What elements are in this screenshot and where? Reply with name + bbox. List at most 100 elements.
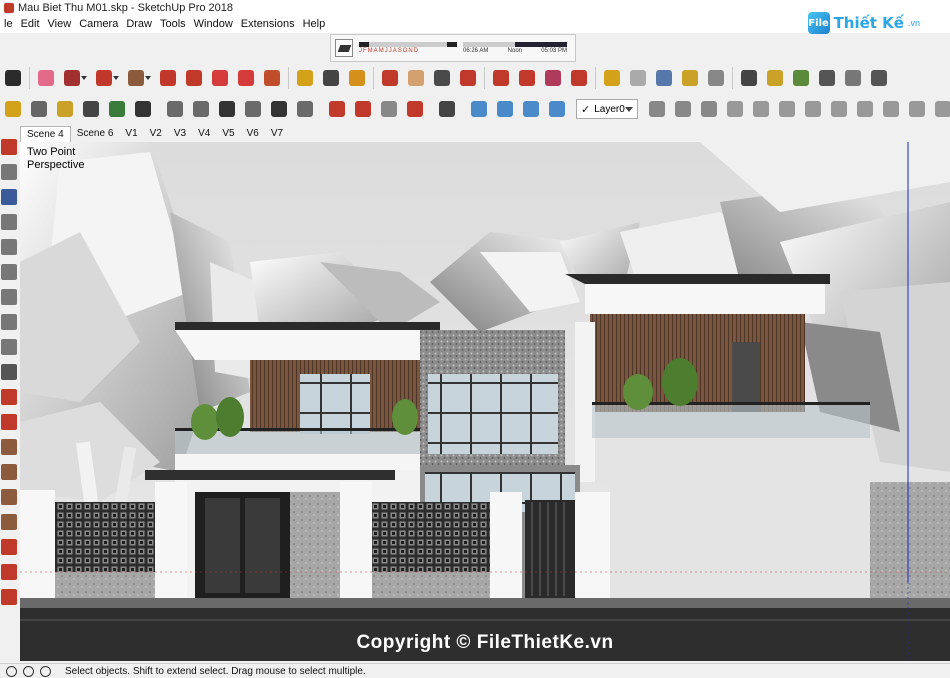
display-section-button[interactable] [350,96,376,122]
section-cuts-button[interactable] [376,96,402,122]
tape-button[interactable] [0,96,26,122]
chevron-down-icon[interactable] [113,76,119,80]
arc-tool-icon[interactable] [1,539,17,555]
layer-dropdown[interactable]: ✓ Layer0 [576,99,638,119]
tree-button[interactable] [788,65,814,91]
zoom-extents-button[interactable] [455,65,481,91]
chevron-down-icon[interactable] [81,76,87,80]
model-viewport[interactable]: Two Point Perspective Copyright © FileTh… [20,142,950,661]
gear-button[interactable] [840,65,866,91]
geo-location-icon[interactable] [6,665,17,677]
scene-tab[interactable]: Scene 4 [20,126,71,142]
polygon-icon[interactable] [1,514,17,530]
wireframe-button[interactable] [518,96,544,122]
section-plane-button[interactable] [324,96,350,122]
copy-icon[interactable] [1,239,17,255]
section-fill-button[interactable] [402,96,428,122]
save-icon[interactable] [1,189,17,205]
top-view-button[interactable] [188,96,214,122]
ruby-button[interactable] [566,65,592,91]
delete-icon[interactable] [1,289,17,305]
text-label-button[interactable] [318,65,344,91]
offset-button[interactable] [181,65,207,91]
rotated-rectangle-icon[interactable] [1,464,17,480]
position-camera-button[interactable] [434,96,460,122]
right-view-button[interactable] [240,96,266,122]
menu-view[interactable]: View [44,16,76,33]
refresh-button[interactable] [625,65,651,91]
scene-tab[interactable]: V6 [241,126,265,142]
credits-icon[interactable] [23,665,34,677]
freehand-icon[interactable] [1,414,17,430]
style-h-button[interactable] [904,96,930,122]
paste-icon[interactable] [1,264,17,280]
style-e-button[interactable] [826,96,852,122]
print-icon[interactable] [1,364,17,380]
paint-bucket-button[interactable] [344,65,370,91]
scene-tab[interactable]: V4 [192,126,216,142]
shaded-textures-button[interactable] [670,96,696,122]
rectangle-tool-icon[interactable] [1,439,17,455]
scene-tab[interactable]: V3 [168,126,192,142]
shield-button[interactable] [599,65,625,91]
sound-button[interactable] [866,65,892,91]
style-d-button[interactable] [800,96,826,122]
monochrome-button[interactable] [696,96,722,122]
pie-icon[interactable] [1,564,17,580]
menu-camera[interactable]: Camera [75,16,122,33]
cut-icon[interactable] [1,214,17,230]
add-component-button[interactable] [762,65,788,91]
left-view-button[interactable] [292,96,318,122]
zoom-button[interactable] [429,65,455,91]
chevron-down-icon[interactable] [145,76,151,80]
circle-icon[interactable] [1,489,17,505]
display-shadows-icon[interactable] [335,39,353,57]
menu-tools[interactable]: Tools [156,16,190,33]
help-icon[interactable] [40,665,51,677]
extension-warehouse-button[interactable] [540,65,566,91]
scene-tab[interactable]: V1 [119,126,143,142]
back-edges-button[interactable] [492,96,518,122]
render-button[interactable] [814,65,840,91]
menu-extensions[interactable]: Extensions [237,16,299,33]
menu-file[interactable]: le [0,16,17,33]
menu-window[interactable]: Window [190,16,237,33]
orbit-button[interactable] [377,65,403,91]
menu-edit[interactable]: Edit [17,16,44,33]
move-button[interactable] [207,65,233,91]
time-slider[interactable]: 06:26 AM Noon 05:03 PM [463,42,567,54]
protractor-button[interactable] [52,96,78,122]
three-point-arc-icon[interactable] [1,589,17,605]
scale-button[interactable] [259,65,285,91]
warehouse-button[interactable] [488,65,514,91]
style-f-button[interactable] [852,96,878,122]
scene-tab[interactable]: V2 [144,126,168,142]
add-location-icon[interactable] [1,139,17,155]
style-i-button[interactable] [930,96,950,122]
iso-view-button[interactable] [162,96,188,122]
goggles-button[interactable] [736,65,762,91]
rotate-button[interactable] [233,65,259,91]
undo-icon[interactable] [1,314,17,330]
printer-button[interactable] [651,65,677,91]
push-pull-button[interactable] [155,65,181,91]
month-slider[interactable]: JFMAMJJASOND [359,42,457,54]
style-c-button[interactable] [774,96,800,122]
menu-help[interactable]: Help [299,16,330,33]
pan-hand-button[interactable] [403,65,429,91]
open-folder-icon[interactable] [1,164,17,180]
style-a-button[interactable] [722,96,748,122]
hidden-line-button[interactable] [544,96,570,122]
3d-text-button[interactable] [130,96,156,122]
dimension-button[interactable] [26,96,52,122]
xray-button[interactable] [466,96,492,122]
menu-draw[interactable]: Draw [122,16,156,33]
tape-measure-button[interactable] [292,65,318,91]
scene-tab[interactable]: Scene 6 [71,126,120,142]
shaded-button[interactable] [644,96,670,122]
back-view-button[interactable] [266,96,292,122]
text-button[interactable] [78,96,104,122]
share-model-button[interactable] [514,65,540,91]
camera-button[interactable] [703,65,729,91]
style-b-button[interactable] [748,96,774,122]
